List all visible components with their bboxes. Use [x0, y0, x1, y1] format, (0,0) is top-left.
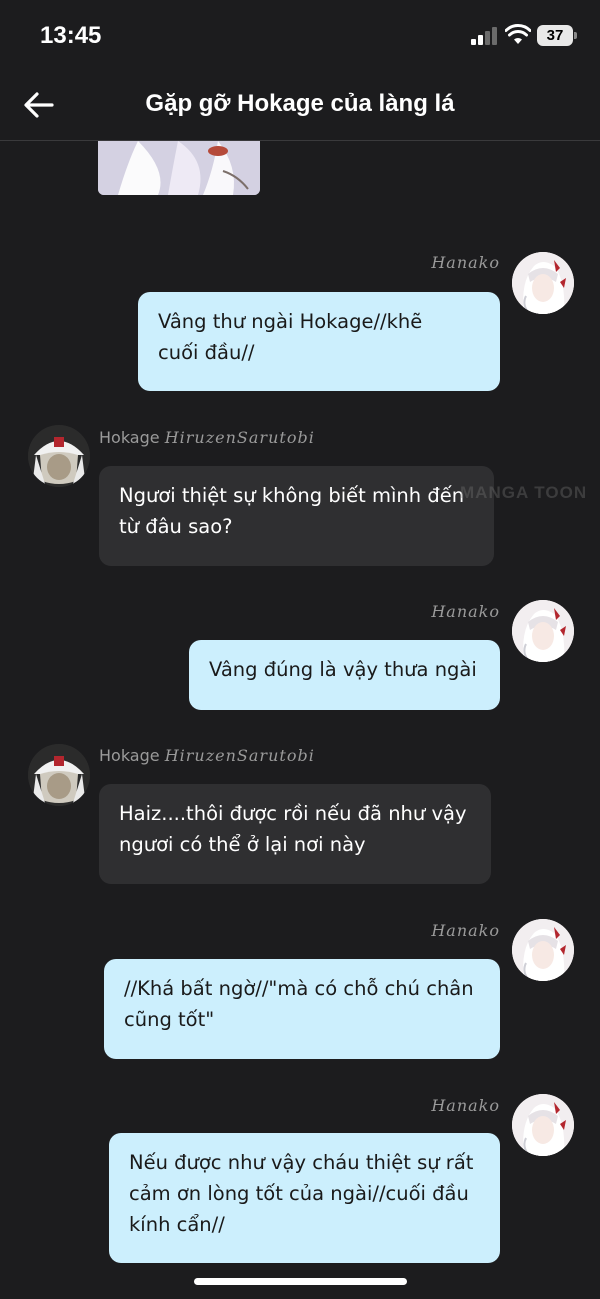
sender-title: Hokage — [99, 746, 160, 765]
sender-name-text: Hanako — [431, 253, 500, 272]
sender-name: Hanako — [431, 602, 500, 621]
sender-name: Hanako — [431, 1096, 500, 1115]
home-indicator[interactable] — [194, 1278, 407, 1285]
battery-tip — [574, 32, 577, 39]
avatar[interactable] — [28, 425, 90, 487]
chat-list[interactable]: Hanako Vâng thư ngài Hokage//khẽ cuối đầ… — [0, 141, 600, 1299]
message-bubble-incoming[interactable]: Haiz....thôi được rồi nếu đã như vậy ngư… — [99, 784, 491, 884]
battery-level: 37 — [546, 27, 564, 44]
page-title: Gặp gỡ Hokage của làng lá — [145, 90, 455, 117]
cellular-signal-icon — [471, 27, 499, 45]
sender-name: Hanako — [431, 921, 500, 940]
wifi-icon — [505, 24, 531, 44]
avatar[interactable] — [512, 600, 574, 662]
nav-bar: Gặp gỡ Hokage của làng lá — [0, 70, 600, 141]
sender-title: Hokage — [99, 428, 160, 447]
sender-name-text: Hanako — [431, 1096, 500, 1115]
avatar[interactable] — [512, 1094, 574, 1156]
status-time: 13:45 — [40, 22, 102, 49]
message-bubble-outgoing[interactable]: //Khá bất ngờ//"mà có chỗ chú chân cũng … — [104, 959, 500, 1059]
message-bubble-outgoing[interactable]: Vâng đúng là vậy thưa ngài — [189, 640, 500, 710]
sender-name-text: HiruzenSarutobi — [164, 746, 315, 765]
message-bubble-outgoing[interactable]: Vâng thư ngài Hokage//khẽ cuối đầu// — [138, 292, 500, 391]
message-bubble-outgoing[interactable]: Nếu được như vậy cháu thiệt sự rất cảm ơ… — [109, 1133, 500, 1263]
sender-name: Hokage HiruzenSarutobi — [99, 428, 315, 447]
avatar[interactable] — [28, 744, 90, 806]
sender-name-text: Hanako — [431, 921, 500, 940]
avatar[interactable] — [512, 919, 574, 981]
battery-icon: 37 — [537, 25, 573, 46]
message-bubble-incoming[interactable]: Ngươi thiệt sự không biết mình đến từ đâ… — [99, 466, 494, 566]
sender-name: Hanako — [431, 253, 500, 272]
watermark: MANGA TOON — [460, 483, 588, 502]
status-bar: 13:45 37 — [0, 0, 600, 70]
sender-name-text: HiruzenSarutobi — [164, 428, 315, 447]
shared-image[interactable] — [98, 141, 260, 195]
sender-name: Hokage HiruzenSarutobi — [99, 746, 315, 765]
sender-name-text: Hanako — [431, 602, 500, 621]
avatar[interactable] — [512, 252, 574, 314]
